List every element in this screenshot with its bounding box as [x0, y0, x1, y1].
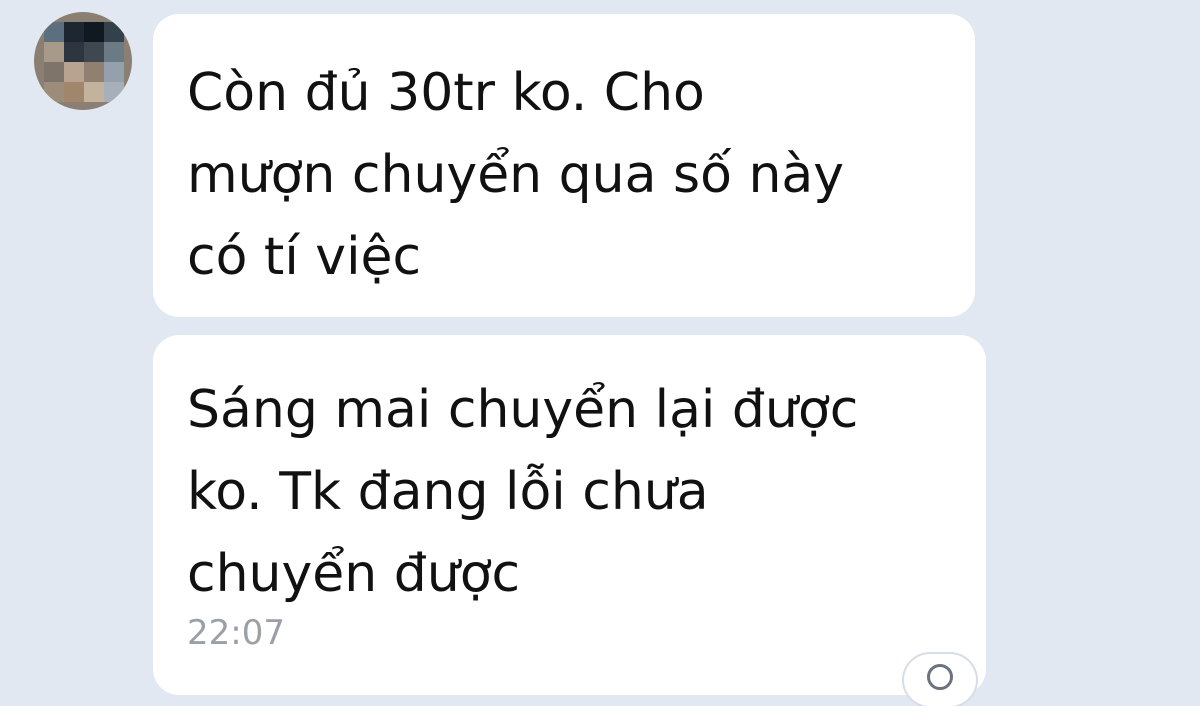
avatar-pixel — [64, 62, 84, 82]
avatar-pixel — [44, 82, 64, 102]
avatar[interactable] — [34, 12, 132, 110]
message-bubble[interactable]: Còn đủ 30tr ko. Cho mượn chuyển qua số n… — [153, 14, 975, 317]
message-bubble[interactable]: Sáng mai chuyển lại được ko. Tk đang lỗi… — [153, 335, 986, 695]
avatar-pixel — [84, 22, 104, 42]
avatar-pixel — [104, 22, 124, 42]
avatar-pixel — [64, 82, 84, 102]
avatar-pixel — [44, 42, 64, 62]
avatar-pixel — [64, 22, 84, 42]
avatar-pixel — [104, 62, 124, 82]
message-text: Còn đủ 30tr ko. Cho mượn chuyển qua số n… — [187, 63, 845, 287]
chat-conversation: Còn đủ 30tr ko. Cho mượn chuyển qua số n… — [0, 0, 1200, 706]
avatar-pixel — [44, 62, 64, 82]
avatar-pixel — [84, 62, 104, 82]
avatar-pixel — [104, 42, 124, 62]
message-timestamp: 22:07 — [187, 613, 285, 653]
emoji-reaction-icon — [927, 664, 953, 690]
avatar-pixel — [64, 42, 84, 62]
avatar-pixel — [84, 82, 104, 102]
avatar-pixel — [84, 42, 104, 62]
message-text: Sáng mai chuyển lại được ko. Tk đang lỗi… — [187, 380, 859, 604]
avatar-pixel — [44, 22, 64, 42]
avatar-pixel — [104, 82, 124, 102]
reaction-button[interactable] — [904, 654, 976, 706]
